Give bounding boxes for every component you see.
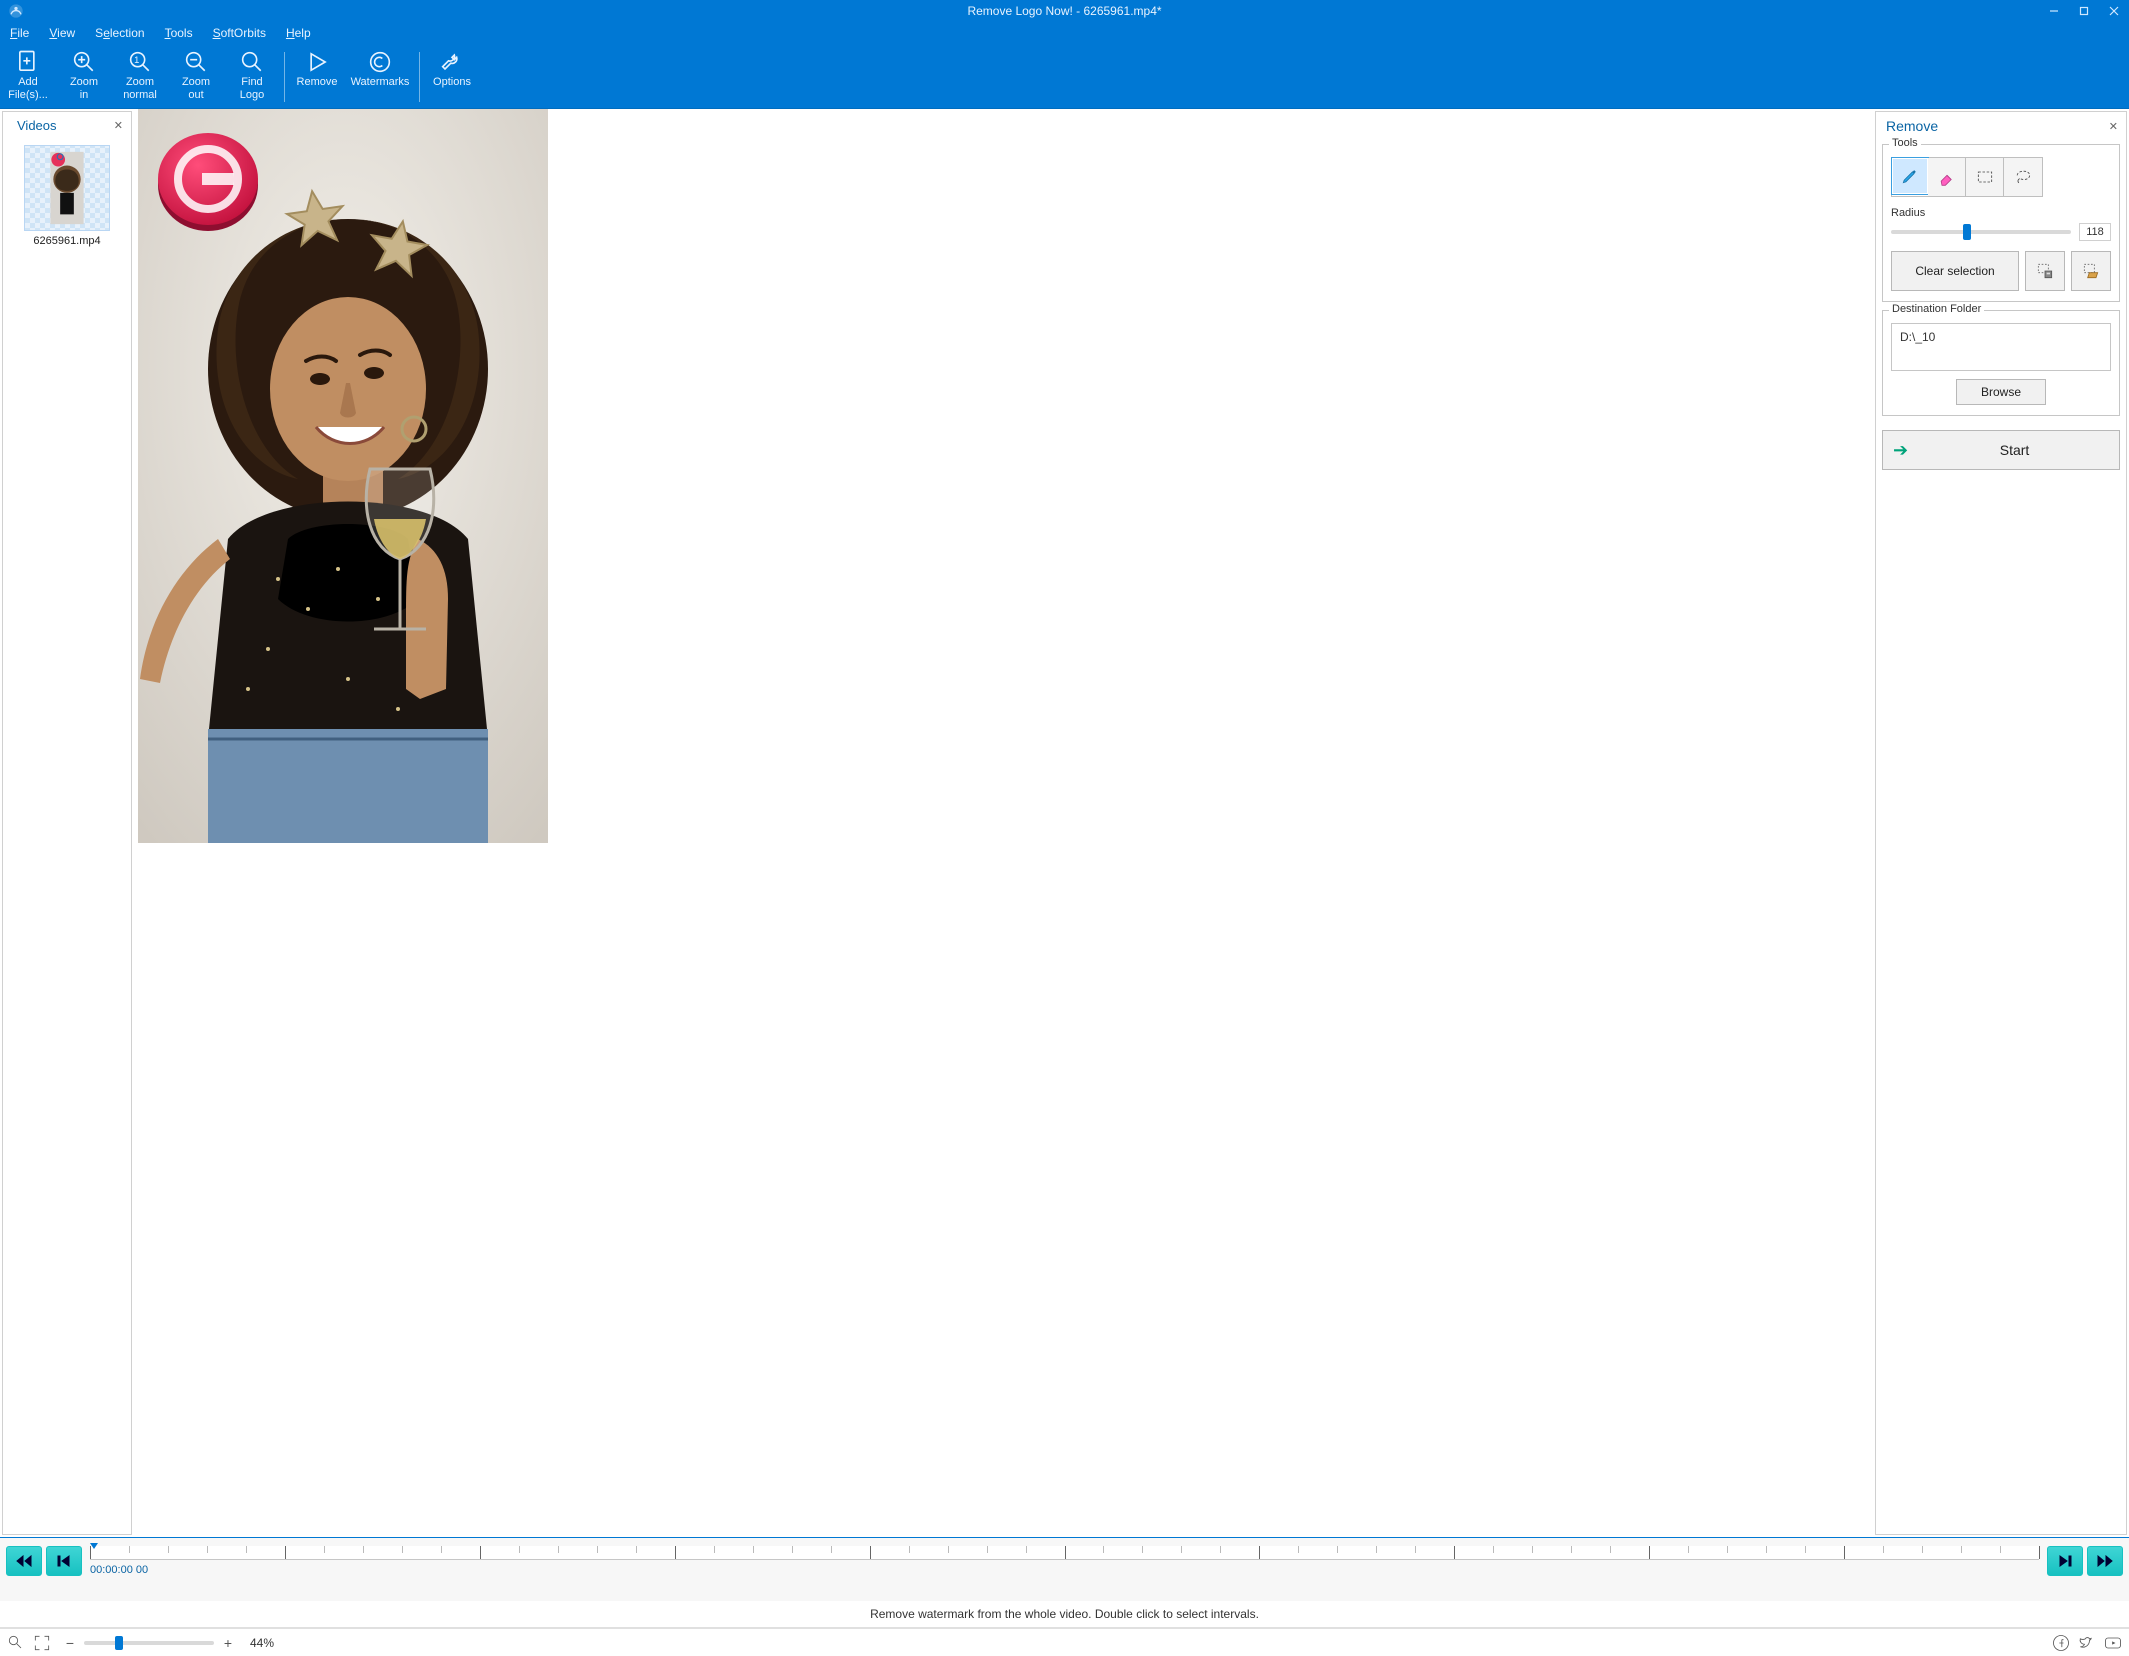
videos-panel-title: Videos (17, 118, 57, 133)
app-icon (6, 1, 26, 21)
playhead-icon[interactable] (90, 1543, 98, 1549)
menu-softorbits[interactable]: SoftOrbits (213, 26, 266, 40)
canvas[interactable] (132, 109, 1875, 1537)
zoom-out-small[interactable]: − (62, 1635, 78, 1651)
destination-legend: Destination Folder (1889, 303, 1984, 315)
tool-rect-select[interactable] (1966, 158, 2004, 196)
copyright-icon (366, 50, 394, 74)
toolbar-find-logo[interactable]: Find Logo (224, 48, 280, 106)
toolbar-remove[interactable]: Remove (289, 48, 345, 106)
content: Videos ✕ (0, 109, 2129, 1537)
tool-marker[interactable] (1891, 157, 1929, 195)
radius-slider-thumb[interactable] (1963, 224, 1971, 240)
menubar: File View Selection Tools SoftOrbits Hel… (0, 22, 2129, 44)
hint-bar: Remove watermark from the whole video. D… (0, 1601, 2129, 1628)
maximize-button[interactable] (2069, 0, 2099, 22)
zoom-slider-thumb[interactable] (115, 1636, 123, 1650)
timeline-next-interval[interactable] (2087, 1546, 2123, 1576)
statusbar: − + 44% (0, 1628, 2129, 1656)
zoom-out-icon (182, 50, 210, 74)
timeline-prev-interval[interactable] (6, 1546, 42, 1576)
remove-panel-close[interactable]: ✕ (2109, 120, 2118, 133)
twitter-icon[interactable] (2077, 1633, 2097, 1653)
destination-path[interactable]: D:\_10 (1891, 323, 2111, 371)
zoom-normal-icon: 1 (126, 50, 154, 74)
svg-text:1: 1 (134, 55, 139, 65)
play-icon (303, 50, 331, 74)
menu-tools[interactable]: Tools (165, 26, 193, 40)
close-button[interactable] (2099, 0, 2129, 22)
timecode: 00:00:00 00 (90, 1564, 2039, 1576)
menu-file[interactable]: File (10, 26, 29, 40)
youtube-icon[interactable] (2103, 1633, 2123, 1653)
timeline-prev-frame[interactable] (46, 1546, 82, 1576)
tools-section: Tools Radius (1882, 144, 2120, 302)
menu-view[interactable]: View (49, 26, 75, 40)
titlebar: Remove Logo Now! - 6265961.mp4* (0, 0, 2129, 22)
minimize-button[interactable] (2039, 0, 2069, 22)
start-arrow-icon: ➔ (1893, 440, 1908, 461)
window-title: Remove Logo Now! - 6265961.mp4* (967, 4, 1161, 18)
zoom-in-small[interactable]: + (220, 1635, 236, 1651)
videos-list: 6265961.mp4 (3, 139, 131, 1534)
timeline-ruler[interactable]: 00:00:00 00 (90, 1544, 2039, 1595)
toolbar: Add File(s)... Zoom in 1 Zoom normal Zoo… (0, 44, 2129, 109)
videos-panel: Videos ✕ (2, 111, 132, 1535)
tool-buttons (1891, 157, 2043, 197)
wrench-icon (438, 50, 466, 74)
start-button[interactable]: ➔ Start (1882, 430, 2120, 470)
timeline: 00:00:00 00 (0, 1537, 2129, 1601)
menu-help[interactable]: Help (286, 26, 311, 40)
toolbar-options[interactable]: Options (424, 48, 480, 106)
toolbar-separator (284, 52, 285, 102)
radius-value[interactable]: 118 (2079, 223, 2111, 241)
toolbar-separator (419, 52, 420, 102)
tool-eraser[interactable] (1928, 158, 1966, 196)
tool-lasso[interactable] (2004, 158, 2042, 196)
fullscreen-icon[interactable] (32, 1633, 52, 1653)
facebook-icon[interactable] (2051, 1633, 2071, 1653)
tools-legend: Tools (1889, 137, 1921, 149)
radius-label: Radius (1891, 207, 2111, 219)
zoom-slider[interactable] (84, 1641, 214, 1645)
radius-slider[interactable] (1891, 230, 2071, 234)
save-selection-button[interactable] (2025, 251, 2065, 291)
toolbar-add-files[interactable]: Add File(s)... (0, 48, 56, 106)
remove-panel: Remove ✕ Tools (1875, 111, 2127, 1535)
toolbar-zoom-out[interactable]: Zoom out (168, 48, 224, 106)
toolbar-zoom-normal[interactable]: 1 Zoom normal (112, 48, 168, 106)
remove-panel-title: Remove (1886, 118, 1938, 134)
fit-window-icon[interactable] (6, 1633, 26, 1653)
zoom-value: 44% (250, 1636, 274, 1650)
clear-selection-button[interactable]: Clear selection (1891, 251, 2019, 291)
video-thumb[interactable]: 6265961.mp4 (18, 145, 116, 247)
toolbar-watermarks[interactable]: Watermarks (345, 48, 415, 106)
toolbar-zoom-in[interactable]: Zoom in (56, 48, 112, 106)
find-logo-icon (238, 50, 266, 74)
timeline-next-frame[interactable] (2047, 1546, 2083, 1576)
load-selection-button[interactable] (2071, 251, 2111, 291)
video-thumb-caption: 6265961.mp4 (18, 235, 116, 247)
menu-selection[interactable]: Selection (95, 26, 144, 40)
destination-section: Destination Folder D:\_10 Browse (1882, 310, 2120, 416)
videos-panel-close[interactable]: ✕ (114, 119, 123, 132)
preview-image[interactable] (138, 109, 548, 843)
browse-button[interactable]: Browse (1956, 379, 2046, 405)
add-file-icon (14, 50, 42, 74)
zoom-in-icon (70, 50, 98, 74)
